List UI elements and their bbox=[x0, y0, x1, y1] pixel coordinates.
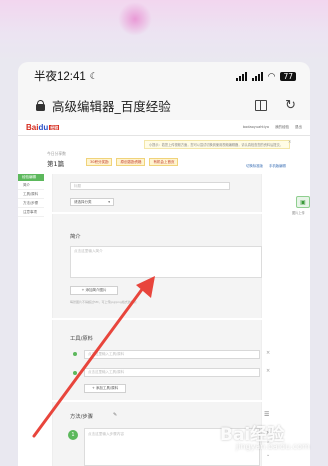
arrow-shaft bbox=[32, 286, 145, 438]
watermark-url: jingyan.baidu.com bbox=[236, 442, 310, 451]
red-annotation-arrow bbox=[32, 276, 155, 438]
